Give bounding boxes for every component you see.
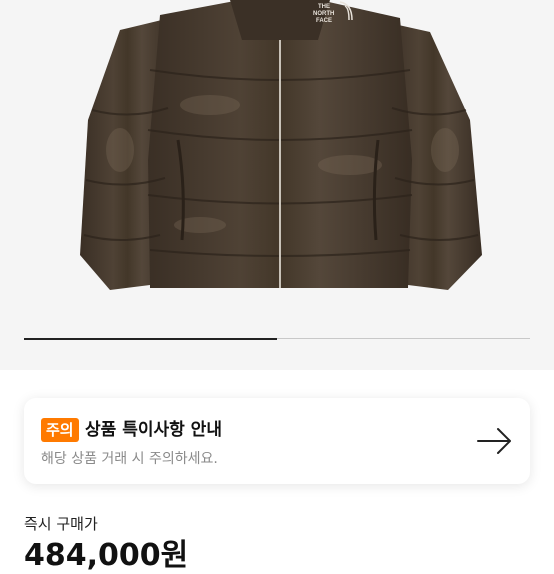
product-image-area[interactable]: THE NORTH FACE: [0, 0, 554, 370]
arrow-right-icon[interactable]: [476, 425, 514, 457]
notice-badge: 주의: [41, 418, 79, 442]
logo-line-3: FACE: [316, 18, 332, 24]
notice-description: 해당 상품 거래 시 주의하세요.: [41, 451, 218, 467]
logo-line-2: NORTH: [313, 11, 334, 17]
notice-title: 상품 특이사항 안내: [85, 420, 222, 440]
image-indicator-fill: [24, 338, 277, 340]
price-value: 484,000원: [24, 538, 189, 573]
jacket-image: THE NORTH FACE: [80, 0, 482, 290]
buy-now-label: 즉시 구매가: [24, 515, 98, 533]
logo-line-1: THE: [318, 4, 330, 10]
notice-card[interactable]: 주의 상품 특이사항 안내 해당 상품 거래 시 주의하세요.: [24, 398, 530, 484]
